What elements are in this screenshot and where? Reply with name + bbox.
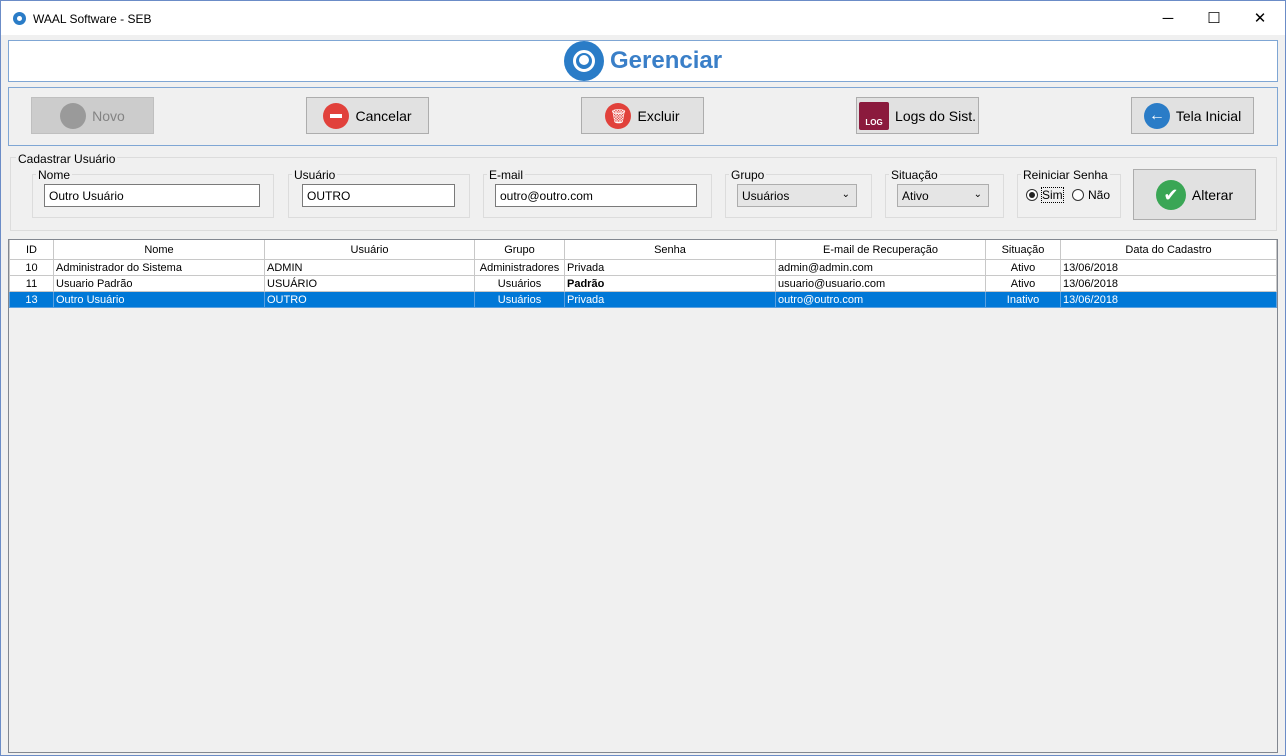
situacao-label: Situação [889, 168, 940, 182]
cell-email: admin@admin.com [775, 259, 986, 276]
grupo-value: Usuários [742, 189, 790, 203]
table-row-selected[interactable]: 13 Outro Usuário OUTRO Usuários Privada … [9, 291, 1277, 308]
cell-situacao: Ativo [985, 275, 1061, 292]
sim-label[interactable]: Sim [1041, 187, 1064, 203]
cell-senha: Privada [564, 291, 776, 308]
cell-usuario: ADMIN [264, 259, 475, 276]
nome-input[interactable] [44, 184, 260, 207]
cell-grupo: Administradores [474, 259, 565, 276]
cell-id: 13 [9, 291, 54, 308]
cancelar-button[interactable]: Cancelar [306, 97, 429, 134]
nao-radio[interactable] [1072, 189, 1084, 201]
logs-button[interactable]: LOG Logs do Sist. [856, 97, 979, 134]
table-row[interactable]: 10 Administrador do Sistema ADMIN Admini… [9, 259, 1277, 276]
col-header-id[interactable]: ID [9, 240, 54, 260]
table-row[interactable]: 11 Usuario Padrão USUÁRIO Usuários Padrã… [9, 275, 1277, 292]
usuario-label: Usuário [292, 168, 338, 182]
cancelar-label: Cancelar [355, 107, 412, 124]
chevron-down-icon: ⌄ [841, 189, 850, 200]
trash-icon: 🗑 [605, 102, 632, 129]
sim-radio[interactable] [1026, 189, 1038, 201]
alterar-button[interactable]: ✔ Alterar [1133, 169, 1256, 220]
cell-data: 13/06/2018 [1060, 275, 1277, 292]
nome-label: Nome [36, 168, 73, 182]
excluir-label: Excluir [637, 107, 680, 124]
email-input[interactable] [495, 184, 697, 207]
cadastrar-usuario-legend: Cadastrar Usuário [16, 152, 118, 166]
cell-nome: Usuario Padrão [53, 275, 265, 292]
cell-id: 10 [9, 259, 54, 276]
situacao-value: Ativo [902, 189, 929, 203]
alterar-label: Alterar [1191, 186, 1234, 203]
tela-inicial-button[interactable]: ← Tela Inicial [1131, 97, 1254, 134]
title-bar: WAAL Software - SEB ─ ☐ ✕ [1, 1, 1285, 35]
col-header-data[interactable]: Data do Cadastro [1060, 240, 1277, 260]
cell-data: 13/06/2018 [1060, 259, 1277, 276]
cell-email: usuario@usuario.com [775, 275, 986, 292]
table-header-row: ID Nome Usuário Grupo Senha E-mail de Re… [9, 240, 1277, 260]
cell-senha: Privada [564, 259, 776, 276]
cell-senha: Padrão [564, 275, 776, 292]
cell-grupo: Usuários [474, 291, 565, 308]
check-circle-icon: ✔ [1155, 179, 1186, 210]
cell-nome: Outro Usuário [53, 291, 265, 308]
log-file-icon: LOG [859, 101, 890, 130]
col-header-email[interactable]: E-mail de Recuperação [775, 240, 986, 260]
minimize-button[interactable]: ─ [1145, 1, 1191, 35]
novo-label: Novo [92, 107, 125, 124]
cell-situacao: Ativo [985, 259, 1061, 276]
col-header-situacao[interactable]: Situação [985, 240, 1061, 260]
cell-usuario: USUÁRIO [264, 275, 475, 292]
maximize-button[interactable]: ☐ [1191, 1, 1237, 35]
situacao-select[interactable]: Ativo ⌄ [897, 184, 989, 207]
nao-label[interactable]: Não [1088, 188, 1110, 202]
tela-inicial-label: Tela Inicial [1175, 107, 1242, 124]
usuario-input[interactable] [302, 184, 455, 207]
col-header-nome[interactable]: Nome [53, 240, 265, 260]
novo-button[interactable]: Novo [31, 97, 154, 134]
window-title: WAAL Software - SEB [33, 12, 152, 26]
col-header-usuario[interactable]: Usuário [264, 240, 475, 260]
page-title: Gerenciar [610, 47, 723, 74]
users-table[interactable]: ID Nome Usuário Grupo Senha E-mail de Re… [8, 239, 1278, 753]
chevron-down-icon: ⌄ [973, 189, 982, 200]
email-label: E-mail [487, 168, 526, 182]
grupo-select[interactable]: Usuários ⌄ [737, 184, 857, 207]
cell-email: outro@outro.com [775, 291, 986, 308]
arrow-left-icon: ← [1143, 102, 1170, 129]
reiniciar-senha-label: Reiniciar Senha [1021, 168, 1110, 182]
app-gear-icon [13, 12, 26, 25]
toolbar: Novo Cancelar 🗑 Excluir LOG Logs do Sist… [8, 87, 1278, 146]
col-header-grupo[interactable]: Grupo [474, 240, 565, 260]
user-add-icon [60, 102, 87, 129]
cell-id: 11 [9, 275, 54, 292]
col-header-senha[interactable]: Senha [564, 240, 776, 260]
header-panel: Gerenciar [8, 40, 1278, 82]
cell-situacao: Inativo [985, 291, 1061, 308]
cell-data: 13/06/2018 [1060, 291, 1277, 308]
cell-grupo: Usuários [474, 275, 565, 292]
cell-usuario: OUTRO [264, 291, 475, 308]
manage-gear-icon [564, 41, 604, 81]
logs-label: Logs do Sist. [895, 107, 976, 124]
cell-nome: Administrador do Sistema [53, 259, 265, 276]
grupo-label: Grupo [729, 168, 767, 182]
close-button[interactable]: ✕ [1237, 1, 1283, 35]
excluir-button[interactable]: 🗑 Excluir [581, 97, 704, 134]
minus-circle-icon [323, 102, 350, 129]
